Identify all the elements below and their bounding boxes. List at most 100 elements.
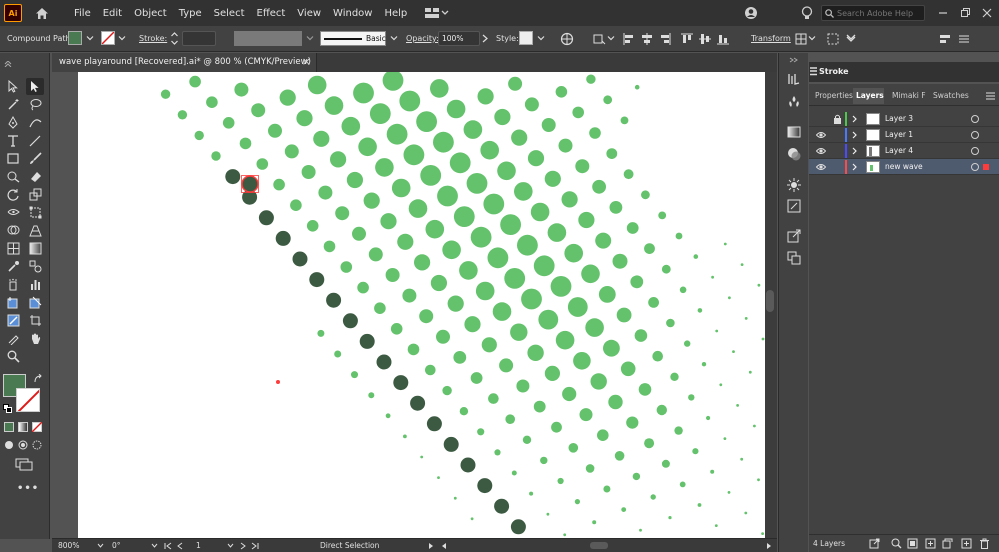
halftone-dot[interactable] [572,106,584,119]
halftone-dot[interactable] [592,179,606,194]
halftone-dot[interactable] [402,288,417,303]
halftone-dot[interactable] [414,254,431,271]
halftone-dot[interactable] [679,481,686,488]
chevron-down-icon[interactable] [86,34,94,42]
transform-grid-icon[interactable] [794,32,808,46]
halftone-dot[interactable] [492,302,512,321]
layer-row[interactable]: Layer 3 [809,111,999,127]
halftone-dot[interactable] [533,400,546,413]
last-artboard-icon[interactable] [251,542,259,550]
lock-icon[interactable] [833,114,842,124]
halftone-dot[interactable] [340,261,353,273]
width-tool[interactable] [4,204,22,221]
halftone-dot[interactable] [608,394,623,410]
scroll-right-icon[interactable] [766,542,773,550]
halftone-dot[interactable] [603,95,613,105]
halftone-dot[interactable] [589,127,601,139]
tab-layers[interactable]: Layers [853,88,884,104]
halftone-dot[interactable] [206,96,218,108]
tab-properties[interactable]: Properties [813,88,855,104]
halftone-dot[interactable] [568,443,579,453]
halftone-dot[interactable] [318,185,333,200]
halftone-dot[interactable] [453,351,467,364]
user-icon[interactable] [744,6,758,20]
search-input[interactable] [837,8,919,18]
halftone-dot[interactable] [511,129,528,146]
halftone-dot[interactable] [375,158,394,177]
layer-name[interactable]: Layer 1 [885,130,913,139]
halftone-dot[interactable] [530,202,550,222]
pen-tool[interactable] [4,114,22,131]
halftone-dot[interactable] [386,123,408,145]
stroke-panel-header[interactable]: Stroke [809,62,999,82]
halftone-dot[interactable] [397,233,414,250]
symbols-icon[interactable] [787,95,801,109]
chevron-down-icon[interactable] [227,543,234,549]
halftone-dot[interactable] [744,317,748,320]
halftone-dot[interactable] [459,261,478,280]
halftone-dot[interactable] [585,318,604,337]
halftone-dot[interactable] [538,309,559,330]
halftone-dot[interactable] [547,223,567,242]
halftone-dot[interactable] [616,307,632,323]
halftone-dot[interactable] [211,151,221,161]
halftone-dot[interactable] [296,110,313,127]
halftone-dot[interactable] [334,350,342,358]
first-artboard-icon[interactable] [164,542,172,550]
halftone-dot[interactable] [550,276,572,297]
halftone-dot[interactable] [177,110,188,120]
halftone-dot[interactable] [477,88,494,105]
menu-object[interactable]: Object [128,8,173,19]
zoom-tool[interactable] [4,348,22,365]
halftone-dot[interactable] [453,496,457,500]
isolate-icon[interactable] [826,32,840,46]
crop-tool[interactable] [26,312,44,329]
dark-dot[interactable] [292,251,308,267]
halftone-dot[interactable] [644,243,655,255]
halftone-dot[interactable] [612,253,628,269]
halftone-dot[interactable] [603,485,611,493]
halftone-dot[interactable] [453,206,475,228]
stroke-swatch[interactable] [101,31,115,45]
chevron-right-icon[interactable] [482,34,488,43]
halftone-dot[interactable] [420,165,442,186]
halftone-dot[interactable] [442,385,452,396]
menu-view[interactable]: View [291,8,327,19]
anchor-point[interactable] [276,380,280,384]
dark-dot[interactable] [510,519,526,535]
menu-effect[interactable]: Effect [251,8,292,19]
search-help[interactable] [821,5,925,21]
menu-type[interactable]: Type [173,8,208,19]
menu-edit[interactable]: Edit [97,8,128,19]
eraser-tool[interactable] [26,168,44,185]
halftone-dot[interactable] [499,358,514,373]
dark-dot[interactable] [393,375,409,391]
halftone-dot[interactable] [609,201,623,214]
eyedropper-tool[interactable] [4,258,22,275]
halftone-dot[interactable] [527,344,544,361]
halftone-dot[interactable] [480,140,500,160]
dark-dot[interactable] [326,292,342,308]
lasso-tool[interactable] [26,96,44,113]
locate-object-icon[interactable] [891,538,902,549]
halftone-dot[interactable] [483,193,505,215]
halftone-wave-artwork[interactable] [78,72,765,538]
layer-name[interactable]: Layer 4 [885,146,913,155]
align-left-icon[interactable] [622,32,636,46]
halftone-dot[interactable] [301,165,316,179]
graphic-styles-icon[interactable] [787,199,801,213]
gradient-panel-icon[interactable] [787,125,801,139]
dark-dot[interactable] [460,457,476,473]
line-segment-tool[interactable] [26,132,44,149]
halftone-dot[interactable] [728,296,731,300]
expand-arrow-icon[interactable] [851,163,858,171]
halftone-dot[interactable] [585,464,595,473]
draw-inside-icon[interactable] [32,440,42,450]
halftone-dot[interactable] [351,371,358,379]
trash-icon[interactable] [979,538,990,549]
halftone-dot[interactable] [407,343,420,356]
halftone-dot[interactable] [598,286,616,303]
align-right-icon[interactable] [658,32,672,46]
halftone-dot[interactable] [222,117,235,129]
none-mode-icon[interactable] [32,422,42,432]
